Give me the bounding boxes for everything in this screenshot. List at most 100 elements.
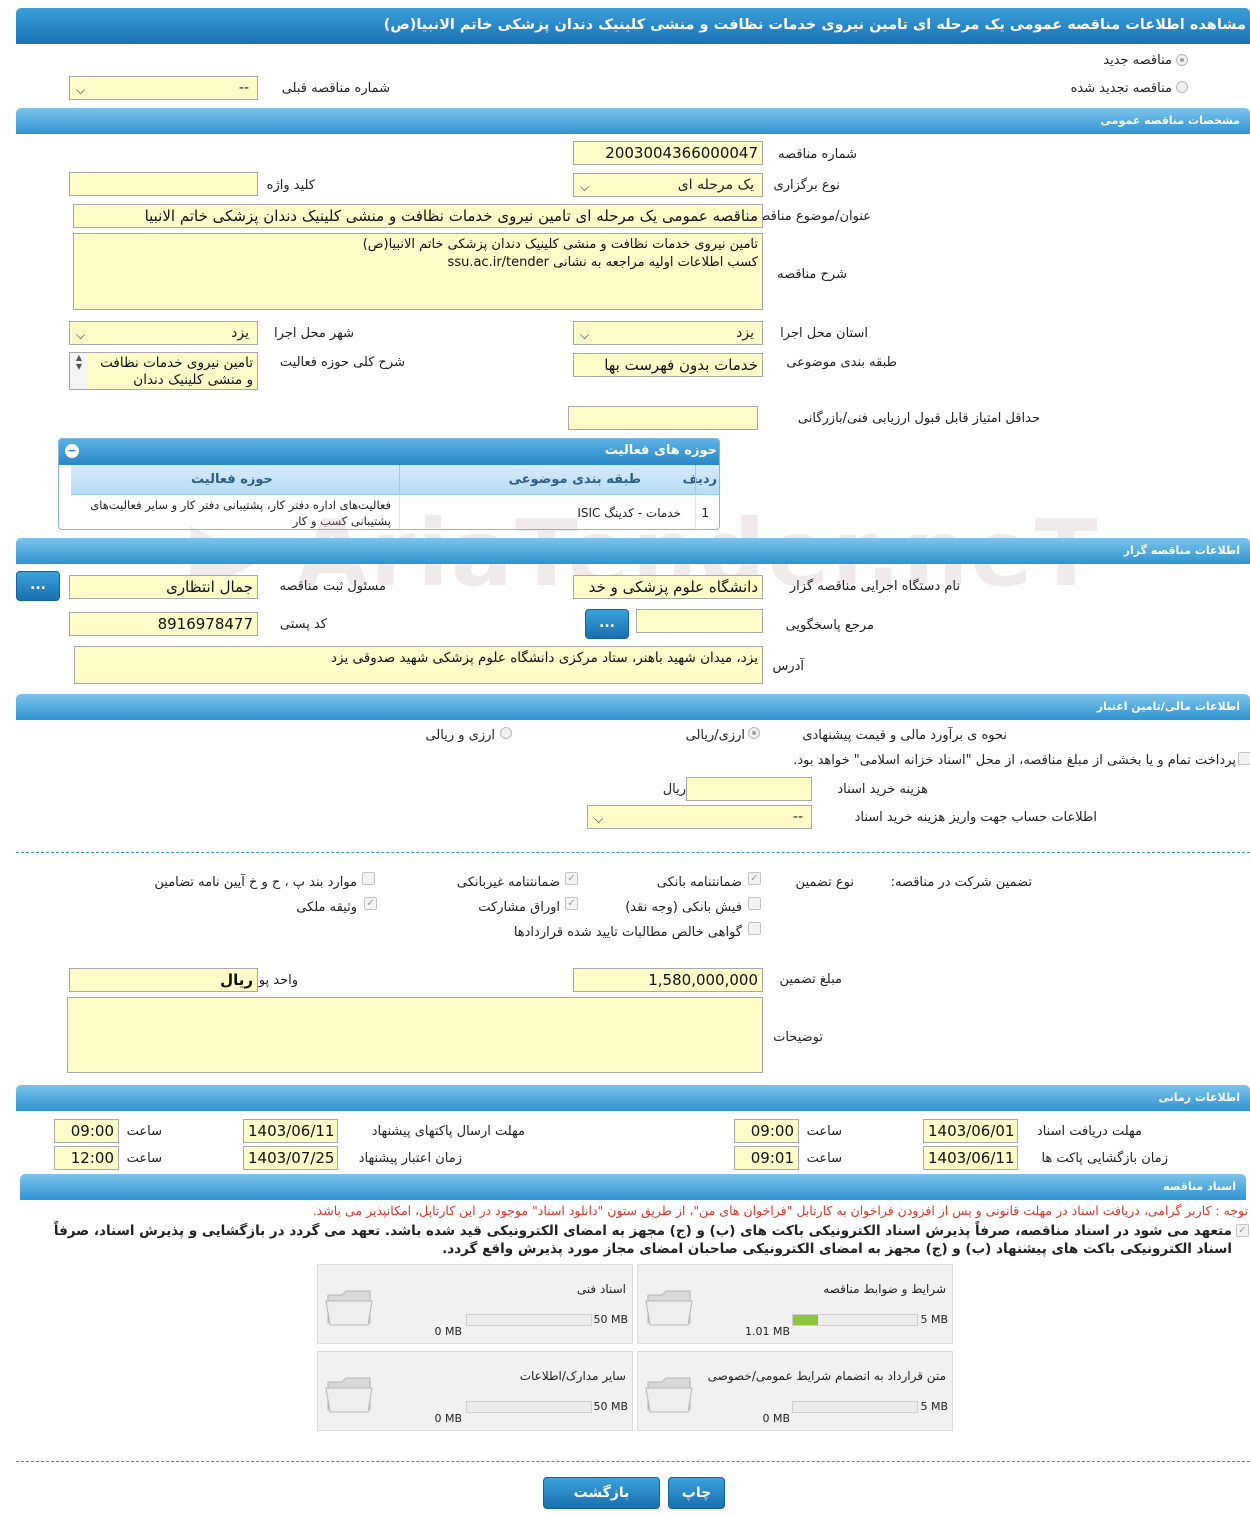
general-header-text: مشخصات مناقصه عمومی (1100, 114, 1240, 127)
currency-field[interactable]: ریال (69, 968, 258, 992)
amount-label: مبلغ تضمین (779, 972, 842, 987)
activity-desc-field[interactable]: تامین نیروی خدمات نظافت و منشی کلینیک دن… (69, 352, 258, 390)
collapse-icon[interactable]: − (65, 444, 79, 458)
doc-cost-field[interactable] (686, 777, 812, 801)
rial-label: ارزی/ریالی (685, 728, 745, 743)
bonds-checkbox[interactable]: ✓ (565, 897, 578, 910)
file-max-size: 5 MB (920, 1400, 948, 1413)
file-current-size: 0 MB (762, 1412, 790, 1425)
commit-checkbox[interactable]: ✓ (1236, 1224, 1249, 1237)
send-deadline-date[interactable]: 1403/06/11 (243, 1119, 338, 1143)
notes-label: توضیحات (773, 1030, 823, 1045)
min-score-field[interactable] (568, 406, 758, 430)
ref-field[interactable] (636, 609, 763, 633)
file-box[interactable]: متن قرارداد به انضمام شرایط عمومی/خصوصی … (637, 1351, 953, 1431)
general-section-header: مشخصات مناقصه عمومی (16, 108, 1250, 134)
doc-cost-unit: ریال (662, 782, 686, 797)
folder-icon (645, 1290, 693, 1326)
province-label: استان محل اجرا (780, 326, 868, 341)
bank-receipt-checkbox[interactable] (748, 897, 761, 910)
timing-section-header: اطلاعات زمانی (16, 1085, 1250, 1111)
validity-time[interactable]: 12:00 (54, 1146, 119, 1170)
city-value: یزد (231, 325, 249, 341)
treasury-checkbox[interactable] (1238, 752, 1250, 765)
postal-field[interactable]: 8916978477 (69, 612, 258, 636)
file-box[interactable]: سایر مدارک/اطلاعات 0 MB 50 MB (317, 1351, 633, 1431)
tender-number-field[interactable]: 2003004366000047 (573, 141, 763, 165)
page-title-bar: مشاهده اطلاعات مناقصه عمومی یک مرحله ای … (16, 8, 1250, 44)
folder-icon (645, 1377, 693, 1413)
receivables-checkbox[interactable] (748, 922, 761, 935)
property-checkbox[interactable]: ✓ (364, 897, 377, 910)
print-button[interactable]: چاپ (668, 1477, 725, 1509)
send-deadline-time[interactable]: 09:00 (54, 1119, 119, 1143)
chevron-down-icon: ⌵ (580, 328, 590, 342)
description-field[interactable]: تامین نیروی خدمات نظافت و منشی کلینیک دن… (73, 233, 763, 310)
renewed-tender-label: مناقصه تجدید شده (1070, 81, 1172, 96)
type-select[interactable]: یک مرحله ای ⌵ (573, 173, 763, 197)
validity-label: زمان اعتبار پیشنهاد (358, 1151, 462, 1166)
page-title: مشاهده اطلاعات مناقصه عمومی یک مرحله ای … (383, 17, 1246, 33)
address-field[interactable]: یزد، میدان شهید باهنر، ستاد مرکزی دانشگا… (74, 646, 763, 684)
documents-note: توجه : کاربر گرامی، دریافت اسناد در مهلت… (312, 1203, 1248, 1218)
guarantee-type-label: نوع تضمین (795, 875, 854, 890)
divider (16, 1461, 1250, 1462)
fx-radio[interactable] (500, 727, 512, 739)
file-box[interactable]: اسناد فنی 0 MB 50 MB (317, 1264, 633, 1344)
account-label: اطلاعات حساب جهت واریز هزینه خرید اسناد (854, 810, 1097, 825)
province-select[interactable]: یزد ⌵ (573, 321, 763, 345)
organizer-header-text: اطلاعات مناقصه گزار (1123, 544, 1240, 557)
keyword-label: کلید واژه (266, 178, 315, 193)
ref-select-button[interactable]: ... (585, 609, 629, 639)
open-date[interactable]: 1403/06/11 (923, 1146, 1018, 1170)
file-box[interactable]: شرایط و ضوابط مناقصه 1.01 MB 5 MB (637, 1264, 953, 1344)
open-time[interactable]: 09:01 (734, 1146, 799, 1170)
prev-number-select[interactable]: -- ⌵ (69, 76, 258, 100)
chevron-down-icon: ⌵ (76, 328, 86, 342)
bank-guarantee-checkbox[interactable]: ✓ (748, 872, 761, 885)
bank-receipt-label: فیش بانکی (وجه نقد) (625, 900, 742, 915)
method-label: نحوه ی برآورد مالی و قیمت پیشنهادی (802, 728, 1007, 743)
doc-deadline-date[interactable]: 1403/06/01 (923, 1119, 1018, 1143)
col-field: حوزه فعالیت (191, 472, 273, 487)
account-value: -- (792, 809, 803, 825)
activities-title: حوزه های فعالیت (604, 443, 717, 458)
bonds-label: اوراق مشارکت (478, 900, 560, 915)
notes-field[interactable] (67, 997, 763, 1073)
time-label: ساعت (806, 1124, 842, 1139)
registrar-select-button[interactable]: ... (16, 571, 60, 601)
amount-field[interactable]: 1,580,000,000 (573, 968, 763, 992)
back-button[interactable]: بازگشت (543, 1477, 660, 1509)
file-max-size: 50 MB (593, 1313, 628, 1326)
documents-section-header: اسناد مناقصه (20, 1174, 1246, 1200)
registrar-field[interactable]: جمال انتظاری (69, 575, 258, 599)
rial-radio[interactable] (748, 727, 760, 739)
ref-label: مرجع پاسخگویی (785, 618, 874, 633)
file-progress (466, 1401, 592, 1413)
renewed-tender-radio[interactable] (1176, 81, 1188, 93)
postal-label: کد پستی (279, 617, 327, 632)
file-progress (792, 1401, 918, 1413)
validity-date[interactable]: 1403/07/25 (243, 1146, 338, 1170)
account-select[interactable]: -- ⌵ (587, 805, 812, 829)
subject-field[interactable]: مناقصه عمومی یک مرحله ای تامین نیروی خدم… (73, 204, 763, 228)
folder-icon (325, 1377, 373, 1413)
org-field[interactable]: دانشگاه علوم پزشکی و خد (573, 575, 763, 599)
scroll-arrows-icon[interactable]: ▲ ▼ (70, 353, 88, 389)
doc-deadline-label: مهلت دریافت اسناد (1036, 1124, 1142, 1139)
nonbank-guarantee-checkbox[interactable]: ✓ (565, 872, 578, 885)
col-divider (399, 465, 400, 495)
min-score-label: حداقل امتیاز قابل قبول ارزیابی فنی/بازرگ… (797, 411, 1040, 426)
time-label: ساعت (806, 1151, 842, 1166)
category-field[interactable]: خدمات بدون فهرست بها (573, 353, 763, 377)
chevron-down-icon: ⌵ (580, 180, 590, 194)
new-tender-radio[interactable] (1176, 54, 1188, 66)
cases-checkbox[interactable] (362, 872, 375, 885)
city-select[interactable]: یزد ⌵ (69, 321, 258, 345)
doc-deadline-time[interactable]: 09:00 (734, 1119, 799, 1143)
prev-number-label: شماره مناقصه قبلی (281, 81, 390, 96)
file-title: متن قرارداد به انضمام شرایط عمومی/خصوصی (707, 1369, 946, 1383)
activities-header: حوزه های فعالیت − (59, 439, 719, 465)
keyword-field[interactable] (69, 172, 258, 196)
guarantee-label: تضمین شرکت در مناقصه: (890, 875, 1032, 890)
